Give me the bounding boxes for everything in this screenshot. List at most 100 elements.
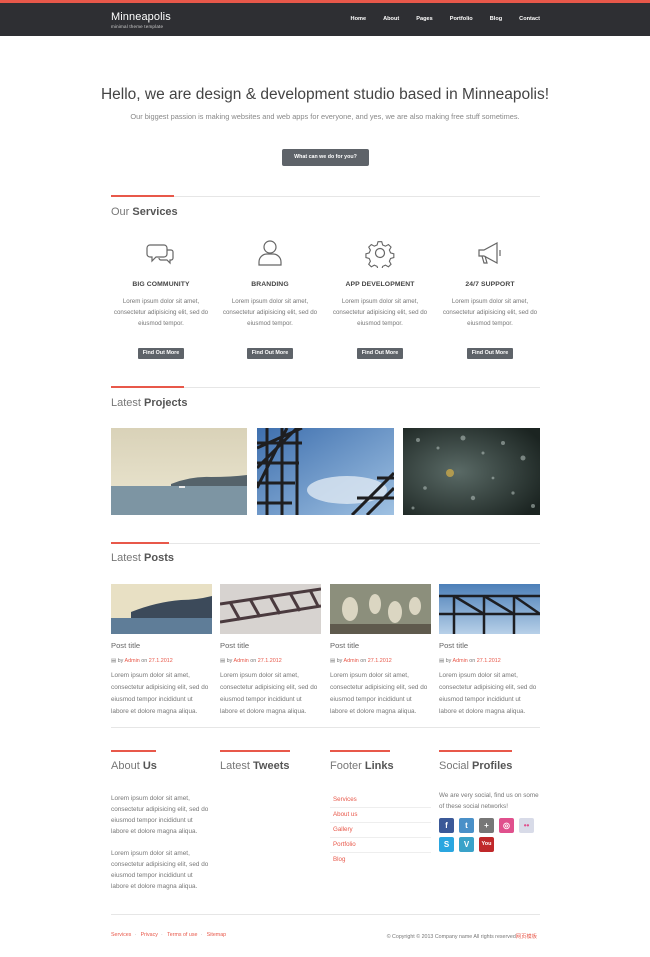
post-thumbnail[interactable] (330, 584, 431, 634)
post-photo-frame (439, 584, 540, 634)
footer-nav-sitemap[interactable]: Sitemap (207, 932, 226, 938)
post-meta-by: by (226, 658, 233, 664)
posts-heading-bold: Posts (144, 552, 174, 564)
nav-portfolio[interactable]: Portfolio (450, 16, 473, 22)
footer-link-services[interactable]: Services (330, 793, 431, 808)
post-thumbnail[interactable] (220, 584, 321, 634)
post-card: Post title ▤ by Admin on 27.1.2012 Lorem… (111, 584, 212, 718)
post-title[interactable]: Post title (439, 641, 540, 650)
post-meta-by: by (445, 658, 452, 664)
post-date: 27.1.2012 (367, 658, 392, 664)
footer-nav-separator: · (200, 932, 203, 938)
service-text: Lorem ipsum dolor sit amet, consectetur … (332, 298, 428, 327)
services-heading-light: Our (111, 206, 130, 218)
top-navbar: Minneapolis minimal theme template Home … (0, 0, 650, 36)
service-text: Lorem ipsum dolor sit amet, consectetur … (113, 298, 209, 327)
nav-pages[interactable]: Pages (416, 16, 432, 22)
section-accent (111, 195, 174, 197)
post-thumbnail[interactable] (111, 584, 212, 634)
post-title[interactable]: Post title (220, 641, 321, 650)
column-accent (439, 750, 512, 752)
footer-link-gallery[interactable]: Gallery (330, 823, 431, 838)
post-meta-by: by (336, 658, 343, 664)
about-paragraph: Lorem ipsum dolor sit amet, consectetur … (111, 795, 209, 835)
service-card: APP DEVELOPMENT Lorem ipsum dolor sit am… (330, 238, 430, 359)
footer-nav-privacy[interactable]: Privacy (141, 932, 158, 938)
section-accent (111, 386, 184, 388)
social-icons: f t + ◎ •• S V You (439, 818, 540, 852)
post-author[interactable]: Admin (234, 658, 249, 664)
footer-link-about-us[interactable]: About us (330, 808, 431, 823)
chat-bubbles-icon (146, 244, 174, 265)
nav-about[interactable]: About (383, 16, 399, 22)
hero-subtitle: Our biggest passion is making websites a… (130, 112, 520, 121)
twitter-icon[interactable]: t (459, 818, 474, 833)
projects-heading-light: Latest (111, 397, 141, 409)
about-heading-light: About (111, 760, 140, 772)
section-accent (111, 542, 169, 544)
sea-photo (111, 428, 247, 515)
service-text: Lorem ipsum dolor sit amet, consectetur … (442, 298, 538, 327)
posts-heading-light: Latest (111, 552, 141, 564)
find-out-more-button[interactable]: Find Out More (137, 348, 185, 359)
post-date: 27.1.2012 (148, 658, 173, 664)
post-author[interactable]: Admin (453, 658, 468, 664)
post-thumbnail[interactable] (439, 584, 540, 634)
projects-heading-bold: Projects (144, 397, 188, 409)
post-title[interactable]: Post title (111, 641, 212, 650)
skype-icon[interactable]: S (439, 837, 454, 852)
document-icon: ▤ (330, 658, 336, 664)
google-plus-icon[interactable]: + (479, 818, 494, 833)
social-heading: Social Profiles (439, 760, 540, 772)
post-meta: ▤ by Admin on 27.1.2012 (439, 658, 540, 664)
dribbble-icon[interactable]: ◎ (499, 818, 514, 833)
nav-blog[interactable]: Blog (490, 16, 502, 22)
hero-title: Hello, we are design & development studi… (100, 86, 550, 103)
social-column: Social Profiles We are very social, find… (439, 760, 540, 852)
vimeo-icon[interactable]: V (459, 837, 474, 852)
main-nav: Home About Pages Portfolio Blog Contact (334, 16, 540, 22)
projects-heading: Latest Projects (111, 397, 187, 409)
footer-links-heading: Footer Links (330, 760, 431, 772)
about-heading: About Us (111, 760, 212, 772)
find-out-more-button[interactable]: Find Out More (466, 348, 514, 359)
footer-links-column: Footer Links Services About us Gallery P… (330, 760, 431, 867)
post-photo-drops (330, 584, 431, 634)
footer-nav-services[interactable]: Services (111, 932, 131, 938)
post-meta-on: on (141, 658, 148, 664)
post-excerpt: Lorem ipsum dolor sit amet, consectetur … (330, 672, 428, 715)
post-author[interactable]: Admin (344, 658, 359, 664)
nav-home[interactable]: Home (351, 16, 367, 22)
youtube-icon[interactable]: You (479, 837, 494, 852)
service-card: 24/7 SUPPORT Lorem ipsum dolor sit amet,… (440, 238, 540, 359)
service-title: 24/7 SUPPORT (465, 281, 515, 288)
project-image-sea[interactable] (111, 428, 247, 515)
column-accent (111, 750, 156, 752)
document-icon: ▤ (439, 658, 445, 664)
post-title[interactable]: Post title (330, 641, 431, 650)
footer-nav-terms[interactable]: Terms of use (167, 932, 197, 938)
project-image-bridge[interactable] (257, 428, 394, 515)
post-meta-by: by (117, 658, 124, 664)
project-image-rain[interactable] (403, 428, 540, 515)
post-meta-on: on (250, 658, 257, 664)
flickr-icon[interactable]: •• (519, 818, 534, 833)
find-out-more-button[interactable]: Find Out More (356, 348, 404, 359)
copyright-mark[interactable]: 网页模板 (516, 934, 537, 940)
find-out-more-button[interactable]: Find Out More (246, 348, 294, 359)
tweets-column: Latest Tweets (220, 760, 321, 772)
nav-contact[interactable]: Contact (519, 16, 540, 22)
facebook-icon[interactable]: f (439, 818, 454, 833)
footer-link-portfolio[interactable]: Portfolio (330, 838, 431, 853)
footer-nav-separator: · (134, 932, 137, 938)
document-icon: ▤ (111, 658, 117, 664)
social-heading-light: Social (439, 760, 469, 772)
post-card: Post title ▤ by Admin on 27.1.2012 Lorem… (220, 584, 321, 718)
footer-link-blog[interactable]: Blog (330, 853, 431, 867)
site-logo[interactable]: Minneapolis (111, 11, 171, 23)
post-author[interactable]: Admin (125, 658, 140, 664)
tweets-heading: Latest Tweets (220, 760, 321, 772)
service-card: BIG COMMUNITY Lorem ipsum dolor sit amet… (111, 238, 211, 359)
hero-cta-button[interactable]: What can we do for you? (282, 149, 369, 166)
post-meta-on: on (360, 658, 367, 664)
